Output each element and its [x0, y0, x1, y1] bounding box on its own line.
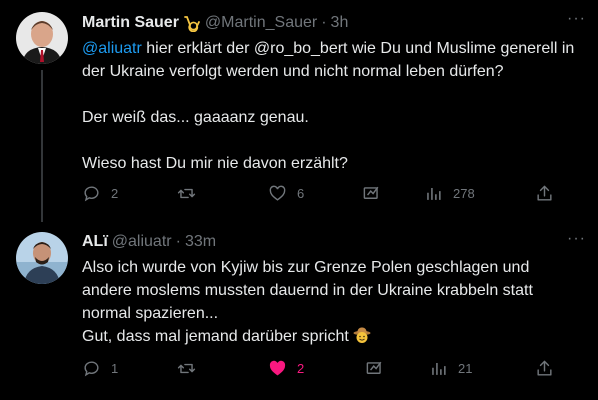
like-count: 6	[297, 186, 305, 201]
more-options-button[interactable]: ···	[567, 230, 586, 248]
author-name[interactable]: ALï	[82, 233, 108, 251]
reply-button[interactable]: 2	[82, 184, 118, 203]
more-options-button[interactable]: ···	[567, 10, 586, 28]
grok-button[interactable]	[362, 184, 381, 203]
retweet-icon	[177, 188, 196, 199]
timestamp[interactable]: 3h	[331, 14, 349, 32]
tweet-text-content: Also ich wurde von Kyjiw bis zur Grenze …	[82, 259, 533, 345]
views-icon	[427, 187, 441, 200]
tweet-header: Martin Sauer @Martin_Sauer · 3h	[82, 12, 348, 34]
share-button[interactable]	[535, 184, 554, 203]
like-count: 2	[297, 361, 305, 376]
mention-link[interactable]: @aliuatr	[82, 40, 142, 57]
avatar[interactable]	[16, 12, 68, 64]
retweet-button[interactable]	[177, 359, 206, 378]
thread-line	[41, 70, 43, 222]
grok-icon	[366, 361, 382, 374]
tweet-text: @aliuatr hier erklärt der @ro_bo_bert wi…	[82, 37, 594, 175]
like-icon	[269, 360, 286, 376]
author-name[interactable]: Martin Sauer	[82, 14, 179, 32]
grok-icon	[363, 186, 379, 199]
affiliate-badge-icon	[183, 14, 201, 33]
tweet[interactable]: Martin Sauer @Martin_Sauer · 3h ··· @ali…	[0, 0, 598, 222]
author-handle[interactable]: @aliuatr	[112, 233, 172, 251]
like-button[interactable]: 6	[268, 184, 304, 203]
like-icon	[269, 185, 286, 201]
author-handle[interactable]: @Martin_Sauer	[205, 14, 317, 32]
tweet-header: ALï @aliuatr · 33m	[82, 231, 216, 253]
like-button[interactable]: 2	[268, 359, 304, 378]
reply-count: 1	[111, 361, 119, 376]
action-bar: 1 2 21	[82, 359, 562, 379]
retweet-button[interactable]	[177, 184, 206, 203]
reply-button[interactable]: 1	[82, 359, 118, 378]
share-icon	[537, 360, 552, 376]
tweet-text: Also ich wurde von Kyjiw bis zur Grenze …	[82, 256, 594, 348]
avatar[interactable]	[16, 232, 68, 284]
separator: ·	[175, 233, 181, 250]
tweet[interactable]: ALï @aliuatr · 33m ··· Also ich wurde vo…	[0, 222, 598, 400]
grok-button[interactable]	[365, 359, 384, 378]
cowboy-emoji-icon	[353, 326, 371, 344]
tweet-text-content: hier erklärt der @ro_bo_bert wie Du und …	[82, 40, 575, 172]
views-button[interactable]: 21	[429, 359, 472, 378]
separator: ·	[321, 14, 327, 31]
views-count: 278	[453, 186, 475, 201]
views-count: 21	[458, 361, 473, 376]
reply-icon	[84, 361, 99, 377]
reply-count: 2	[111, 186, 119, 201]
action-bar: 2 6 278	[82, 184, 562, 204]
retweet-icon	[177, 363, 196, 374]
views-icon	[432, 362, 446, 375]
reply-icon	[84, 186, 99, 202]
views-button[interactable]: 278	[424, 184, 475, 203]
share-icon	[537, 185, 552, 201]
share-button[interactable]	[535, 359, 554, 378]
timestamp[interactable]: 33m	[185, 233, 216, 251]
